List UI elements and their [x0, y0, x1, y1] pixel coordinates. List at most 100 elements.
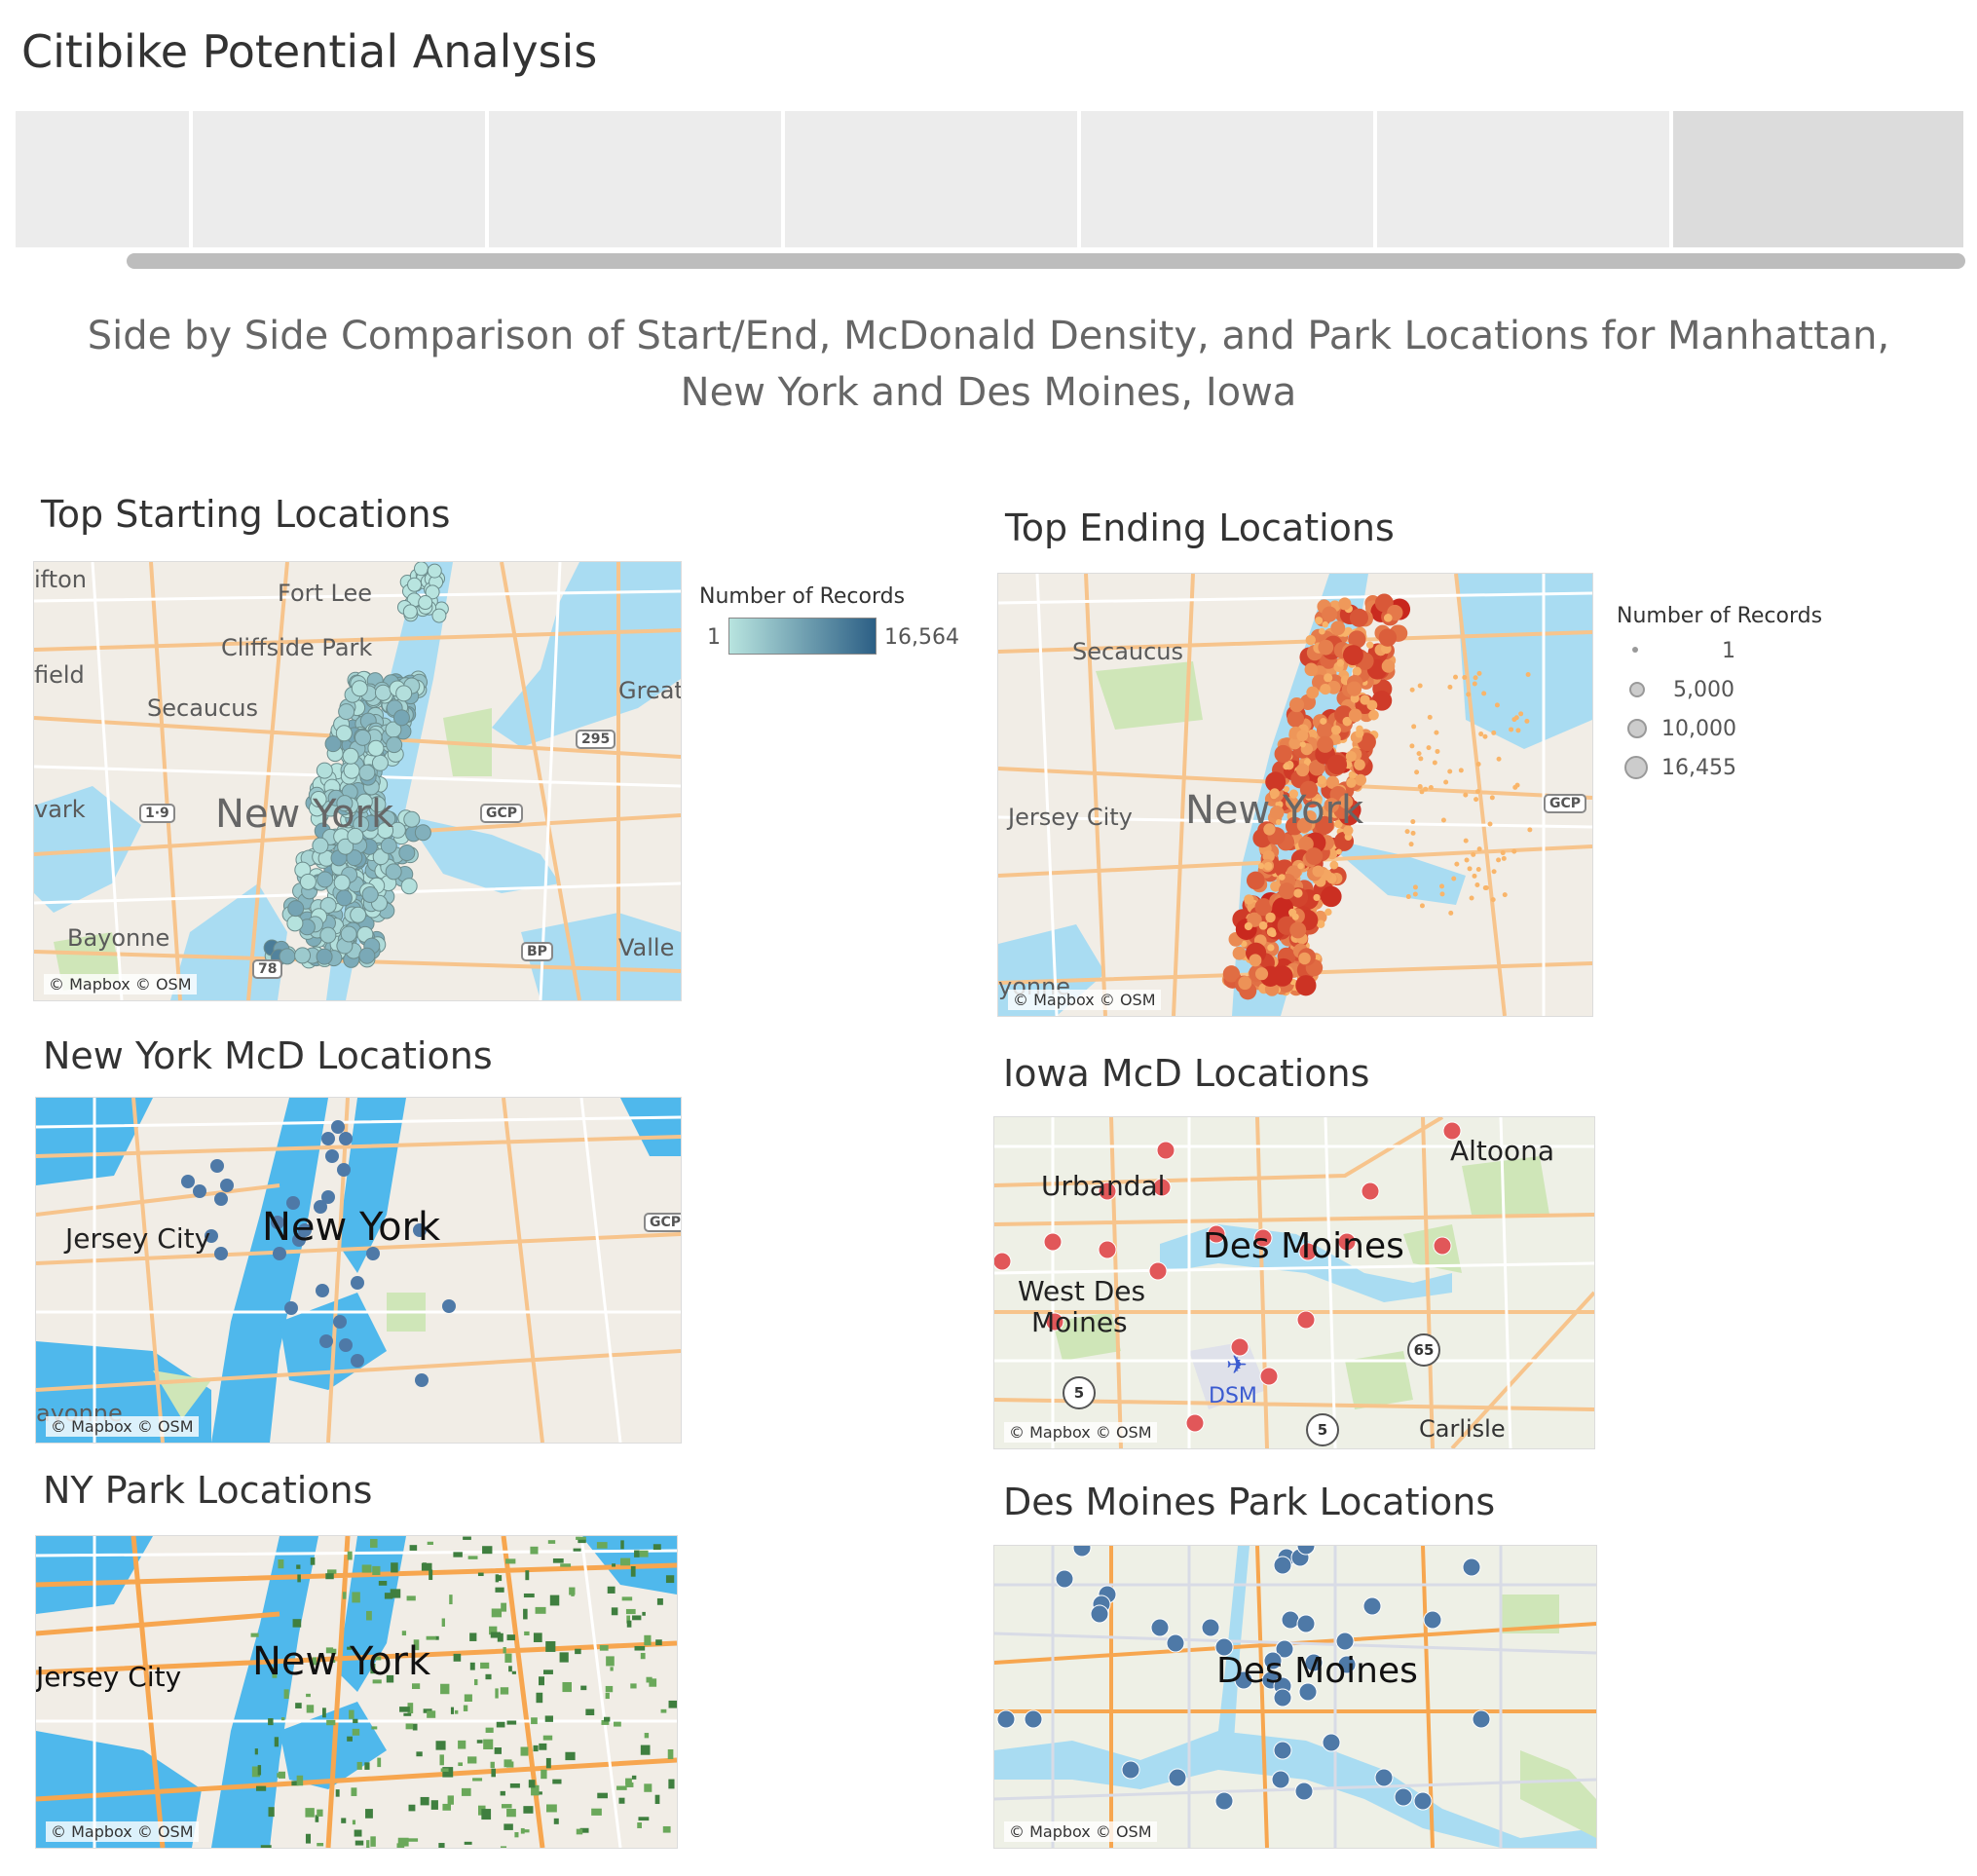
park-polygon[interactable] — [412, 1683, 421, 1690]
story-scrollbar[interactable] — [127, 253, 1965, 269]
mcd-dot[interactable] — [331, 1120, 345, 1134]
park-dot[interactable] — [1024, 1709, 1043, 1729]
mcd-dot[interactable] — [351, 1276, 364, 1290]
end-location-dot[interactable] — [1478, 732, 1484, 737]
park-polygon[interactable] — [401, 1631, 407, 1636]
end-location-dot[interactable] — [1249, 954, 1262, 967]
end-location-dot[interactable] — [1354, 759, 1365, 770]
end-location-dot[interactable] — [1336, 658, 1345, 667]
park-polygon[interactable] — [408, 1804, 416, 1812]
park-polygon[interactable] — [305, 1808, 315, 1818]
end-location-dot[interactable] — [1304, 662, 1319, 677]
park-polygon[interactable] — [597, 1792, 608, 1799]
park-polygon[interactable] — [611, 1607, 618, 1616]
park-polygon[interactable] — [533, 1745, 539, 1752]
end-location-dot[interactable] — [1473, 797, 1479, 803]
park-polygon[interactable] — [576, 1536, 586, 1540]
park-polygon[interactable] — [625, 1778, 632, 1784]
story-point-2[interactable] — [193, 111, 485, 247]
park-polygon[interactable] — [640, 1652, 646, 1660]
park-polygon[interactable] — [438, 1843, 445, 1848]
end-location-dot[interactable] — [1428, 784, 1434, 790]
end-location-dot[interactable] — [1297, 862, 1304, 870]
end-location-dot[interactable] — [1481, 691, 1487, 696]
park-polygon[interactable] — [458, 1740, 466, 1749]
end-location-dot[interactable] — [1412, 884, 1418, 890]
end-location-dot[interactable] — [1432, 760, 1437, 766]
story-point-3[interactable] — [489, 111, 781, 247]
park-polygon[interactable] — [292, 1619, 302, 1628]
park-polygon[interactable] — [469, 1662, 475, 1670]
park-polygon[interactable] — [620, 1540, 624, 1550]
park-polygon[interactable] — [480, 1662, 490, 1670]
end-location-dot[interactable] — [1447, 684, 1453, 690]
end-location-dot[interactable] — [1298, 952, 1311, 965]
end-location-dot[interactable] — [1321, 885, 1342, 908]
end-location-dot[interactable] — [1346, 681, 1362, 696]
map-attribution[interactable]: © Mapbox © OSM — [1008, 990, 1161, 1010]
end-location-dot[interactable] — [1405, 894, 1411, 900]
park-polygon[interactable] — [565, 1751, 576, 1761]
end-location-dot[interactable] — [1410, 830, 1416, 836]
end-location-dot[interactable] — [1326, 754, 1348, 775]
park-polygon[interactable] — [591, 1808, 602, 1816]
start-location-dot[interactable] — [354, 729, 372, 746]
park-polygon[interactable] — [278, 1771, 286, 1779]
park-polygon[interactable] — [485, 1727, 494, 1733]
park-polygon[interactable] — [549, 1595, 560, 1606]
park-polygon[interactable] — [477, 1572, 484, 1577]
mcd-dot[interactable] — [442, 1299, 456, 1313]
park-polygon[interactable] — [351, 1787, 357, 1796]
end-location-dot[interactable] — [1471, 851, 1476, 857]
end-location-dot[interactable] — [1439, 891, 1445, 897]
mcd-dot[interactable] — [339, 1132, 353, 1145]
park-polygon[interactable] — [552, 1557, 564, 1563]
park-polygon[interactable] — [514, 1832, 519, 1838]
park-polygon[interactable] — [469, 1632, 477, 1641]
story-point-7-selected[interactable] — [1673, 111, 1963, 247]
end-location-dot[interactable] — [1263, 861, 1273, 871]
park-polygon[interactable] — [621, 1596, 633, 1601]
park-polygon[interactable] — [520, 1827, 525, 1834]
start-location-dot[interactable] — [335, 725, 353, 742]
park-polygon[interactable] — [325, 1573, 334, 1580]
park-polygon[interactable] — [639, 1550, 649, 1557]
park-polygon[interactable] — [599, 1645, 609, 1651]
park-polygon[interactable] — [616, 1785, 627, 1790]
park-polygon[interactable] — [354, 1829, 362, 1837]
end-location-dot[interactable] — [1511, 717, 1517, 723]
park-polygon[interactable] — [440, 1768, 449, 1772]
start-location-dot[interactable] — [358, 764, 376, 781]
park-polygon[interactable] — [458, 1762, 463, 1767]
end-location-dot[interactable] — [1345, 750, 1357, 762]
start-location-dot[interactable] — [317, 871, 334, 888]
park-polygon[interactable] — [295, 1703, 302, 1708]
end-location-dot[interactable] — [1254, 967, 1269, 981]
mcd-dot[interactable] — [351, 1354, 364, 1368]
park-dot[interactable] — [1462, 1557, 1481, 1577]
end-location-dot[interactable] — [1408, 842, 1414, 847]
park-dot[interactable] — [996, 1709, 1016, 1729]
end-location-dot[interactable] — [1476, 670, 1482, 676]
park-polygon[interactable] — [406, 1595, 416, 1601]
end-location-dot[interactable] — [1288, 696, 1305, 713]
park-polygon[interactable] — [607, 1586, 615, 1594]
end-location-dot[interactable] — [1483, 885, 1489, 891]
park-polygon[interactable] — [640, 1745, 651, 1755]
park-polygon[interactable] — [604, 1716, 611, 1722]
end-location-dot[interactable] — [1467, 866, 1473, 872]
end-location-dot[interactable] — [1360, 694, 1370, 705]
park-polygon[interactable] — [637, 1822, 642, 1828]
end-location-dot[interactable] — [1244, 921, 1253, 931]
park-polygon[interactable] — [306, 1693, 311, 1698]
park-polygon[interactable] — [630, 1566, 636, 1577]
end-location-dot[interactable] — [1447, 769, 1453, 774]
end-location-dot[interactable] — [1475, 789, 1481, 795]
end-location-dot[interactable] — [1312, 865, 1324, 878]
end-location-dot[interactable] — [1482, 733, 1488, 739]
park-polygon[interactable] — [399, 1707, 410, 1712]
park-polygon[interactable] — [371, 1726, 378, 1730]
park-polygon[interactable] — [461, 1787, 471, 1796]
end-location-dot[interactable] — [1412, 891, 1418, 897]
park-dot[interactable] — [1214, 1791, 1234, 1811]
